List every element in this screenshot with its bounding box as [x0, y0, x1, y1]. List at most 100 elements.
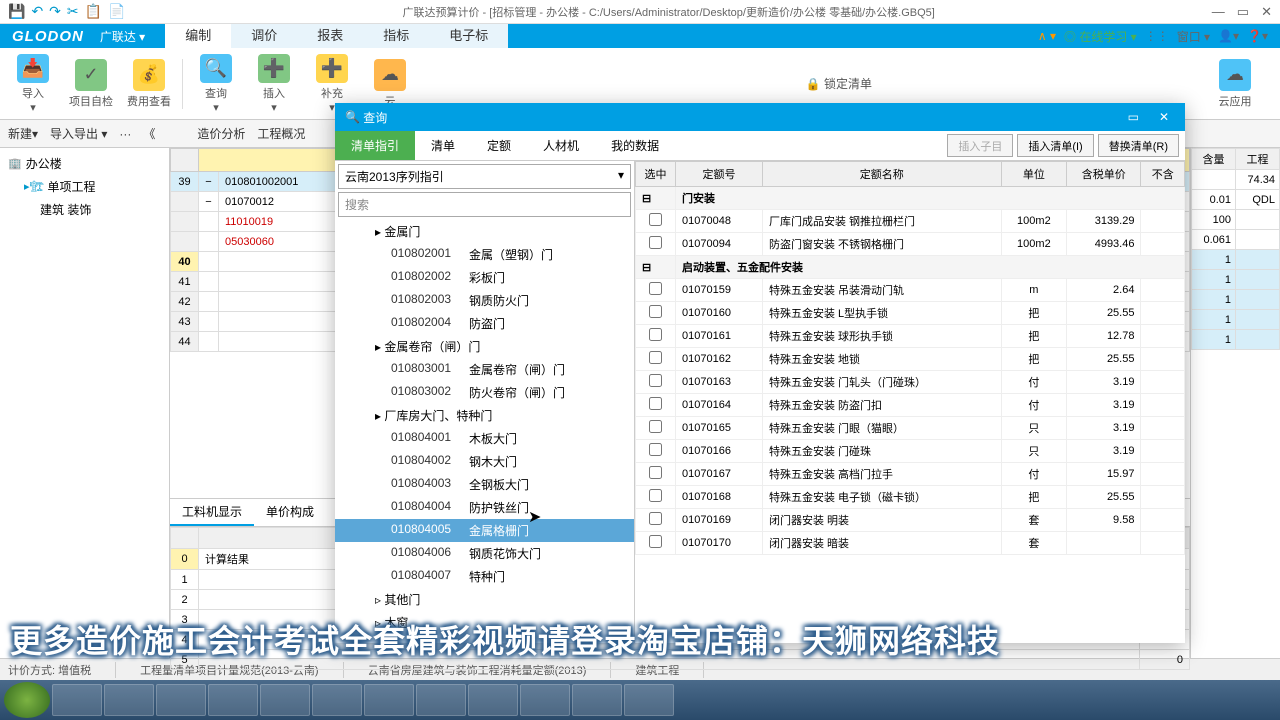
tree-item[interactable]: ▹ 其他门	[335, 588, 634, 611]
tree-item[interactable]: 010804003全钢板大门	[335, 473, 634, 496]
insert-subitem-button[interactable]: 插入子目	[947, 134, 1013, 157]
task-item[interactable]	[52, 684, 102, 716]
row-checkbox[interactable]	[649, 282, 662, 295]
query-button[interactable]: 🔍查询▾	[191, 54, 241, 114]
row-checkbox[interactable]	[649, 213, 662, 226]
insert-button[interactable]: ➕插入▾	[249, 54, 299, 114]
dialog-tab-material[interactable]: 人材机	[527, 131, 595, 160]
online-learn[interactable]: ◎ 在线学习 ▾	[1064, 28, 1137, 45]
quota-row[interactable]: 01070167特殊五金安装 高档门拉手付15.97	[636, 463, 1185, 486]
dialog-tab-list[interactable]: 清单	[415, 131, 471, 160]
ribbon-tab-index[interactable]: 指标	[363, 24, 429, 48]
replace-list-button[interactable]: 替换清单(R)	[1098, 134, 1179, 157]
dialog-right-panel[interactable]: 选中 定额号 定额名称 单位 含税单价 不含 ⊟门安装01070048厂库门成品…	[635, 161, 1185, 643]
tree-item[interactable]: ▸ 厂库房大门、特种门	[335, 404, 634, 427]
redo-icon[interactable]: ↷	[49, 3, 61, 20]
quota-row[interactable]: 01070169闭门器安装 明装套9.58	[636, 509, 1185, 532]
quota-row[interactable]: 01070166特殊五金安装 门碰珠只3.19	[636, 440, 1185, 463]
quota-row[interactable]: 01070160特殊五金安装 L型执手锁把25.55	[636, 302, 1185, 325]
row-checkbox[interactable]	[649, 512, 662, 525]
tree-item[interactable]: 010803001金属卷帘（闸）门	[335, 358, 634, 381]
ribbon-tab-edit[interactable]: 编制	[165, 24, 231, 48]
ribbon-tab-ebid[interactable]: 电子标	[429, 24, 508, 48]
self-check-button[interactable]: ✓项目自检	[66, 54, 116, 114]
cut-icon[interactable]: ✂	[67, 3, 79, 20]
quick-access[interactable]: 💾 ↶ ↷ ✂ 📋 📄	[8, 3, 126, 20]
dialog-tab-mydata[interactable]: 我的数据	[595, 131, 675, 160]
dialog-title-bar[interactable]: 🔍 查询 ▭ ✕	[335, 103, 1185, 131]
row-checkbox[interactable]	[649, 420, 662, 433]
quota-row[interactable]: 01070165特殊五金安装 门眼（猫眼）只3.19	[636, 417, 1185, 440]
category-tree[interactable]: ▸ 金属门010802001金属（塑钢）门010802002彩板门0108020…	[335, 220, 634, 643]
tree-item[interactable]: 010802001金属（塑钢）门	[335, 243, 634, 266]
tree-item[interactable]: 010804002钢木大门	[335, 450, 634, 473]
tree-item[interactable]: 010802004防盗门	[335, 312, 634, 335]
row-checkbox[interactable]	[649, 489, 662, 502]
bottom-tab-material[interactable]: 工料机显示	[170, 499, 254, 526]
import-button[interactable]: 📥导入▾	[8, 54, 58, 114]
import-export[interactable]: 导入导出 ▾	[50, 125, 107, 142]
tree-item[interactable]: 010804006钢质花饰大门	[335, 542, 634, 565]
undo-icon[interactable]: ↶	[31, 3, 43, 20]
tree-item[interactable]: 010804004防护铁丝门	[335, 496, 634, 519]
user-icon[interactable]: 👤▾	[1218, 29, 1239, 43]
tree-sub1[interactable]: ▸🏗单项工程	[4, 175, 165, 198]
tree-item[interactable]: ▹ 木窗	[335, 611, 634, 634]
row-checkbox[interactable]	[649, 351, 662, 364]
project-tree[interactable]: 🏢办公楼 ▸🏗单项工程 建筑 装饰	[0, 148, 170, 658]
tree-item[interactable]: ▸ 金属卷帘（闸）门	[335, 335, 634, 358]
save-icon[interactable]: 💾	[8, 3, 25, 20]
quota-row[interactable]: 01070162特殊五金安装 地锁把25.55	[636, 348, 1185, 371]
brand-suffix[interactable]: 广联达 ▾	[100, 28, 145, 45]
tree-item[interactable]: 010803002防火卷帘（闸）门	[335, 381, 634, 404]
paste-icon[interactable]: 📄	[108, 3, 125, 20]
quota-row[interactable]: 01070159特殊五金安装 吊装滑动门轨m2.64	[636, 279, 1185, 302]
dialog-minimize-icon[interactable]: ▭	[1122, 110, 1145, 124]
row-checkbox[interactable]	[649, 374, 662, 387]
tree-item[interactable]: 010804001木板大门	[335, 427, 634, 450]
window-controls[interactable]: — ▭ ✕	[1212, 4, 1272, 20]
row-checkbox[interactable]	[649, 443, 662, 456]
row-checkbox[interactable]	[649, 328, 662, 341]
maximize-icon[interactable]: ▭	[1237, 4, 1249, 20]
dialog-close-icon[interactable]: ✕	[1153, 110, 1175, 124]
row-checkbox[interactable]	[649, 305, 662, 318]
search-input[interactable]: 搜索	[338, 192, 631, 217]
help-icon[interactable]: ❓▾	[1247, 29, 1268, 43]
dialog-tab-quota[interactable]: 定额	[471, 131, 527, 160]
dialog-tab-guide[interactable]: 清单指引	[335, 131, 415, 160]
quota-row[interactable]: 01070161特殊五金安装 球形执手锁把12.78	[636, 325, 1185, 348]
right-columns[interactable]: 含量工程 74.340.01QDL1000.06111111	[1190, 148, 1280, 658]
tree-root[interactable]: 🏢办公楼	[4, 152, 165, 175]
window-menu[interactable]: 窗口 ▾	[1177, 28, 1210, 45]
tree-item[interactable]: 010804005金属格栅门	[335, 519, 634, 542]
row-checkbox[interactable]	[649, 466, 662, 479]
taskbar[interactable]	[0, 680, 1280, 720]
tree-item[interactable]: 010804007特种门	[335, 565, 634, 588]
tree-item[interactable]: 010802002彩板门	[335, 266, 634, 289]
lock-list[interactable]: 🔒 锁定清单	[806, 75, 872, 92]
cloud-app-button[interactable]: ☁云应用	[1210, 54, 1260, 114]
start-button[interactable]	[4, 682, 50, 718]
row-checkbox[interactable]	[649, 236, 662, 249]
quota-row[interactable]: 01070094防盗门窗安装 不锈钢格栅门100m24993.46	[636, 233, 1185, 256]
tree-sub2[interactable]: 建筑 装饰	[4, 198, 165, 221]
quota-row[interactable]: 01070164特殊五金安装 防盗门扣付3.19	[636, 394, 1185, 417]
tree-item[interactable]: 010802003钢质防火门	[335, 289, 634, 312]
row-checkbox[interactable]	[649, 535, 662, 548]
quota-row[interactable]: 01070170闭门器安装 暗装套	[636, 532, 1185, 555]
bottom-tab-price[interactable]: 单价构成	[254, 499, 326, 526]
row-checkbox[interactable]	[649, 397, 662, 410]
new-button[interactable]: 新建▾	[8, 125, 38, 142]
quota-row[interactable]: 01070048厂库门成品安装 钢推拉栅栏门100m23139.29	[636, 210, 1185, 233]
tree-item[interactable]: ▸ 金属门	[335, 220, 634, 243]
copy-icon[interactable]: 📋	[85, 3, 102, 20]
ribbon-tab-price[interactable]: 调价	[231, 24, 297, 48]
ribbon-tab-report[interactable]: 报表	[297, 24, 363, 48]
quota-row[interactable]: 01070168特殊五金安装 电子锁（磁卡锁）把25.55	[636, 486, 1185, 509]
index-combo[interactable]: 云南2013序列指引▾	[338, 164, 631, 189]
insert-list-button[interactable]: 插入清单(I)	[1017, 134, 1093, 157]
cost-view-button[interactable]: 💰费用查看	[124, 54, 174, 114]
minimize-icon[interactable]: —	[1212, 4, 1225, 20]
quota-row[interactable]: 01070163特殊五金安装 门轧头（门碰珠）付3.19	[636, 371, 1185, 394]
